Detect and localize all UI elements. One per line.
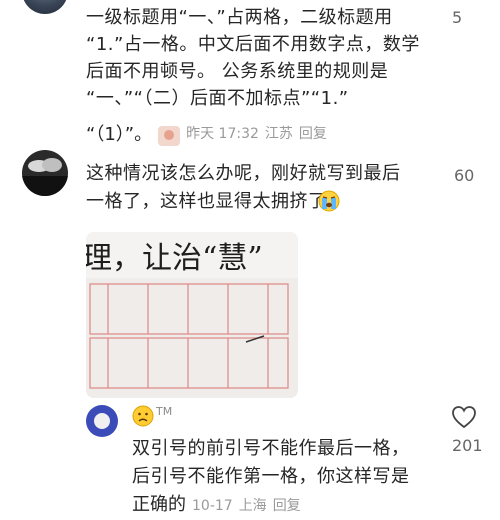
- comment-text: 这种情况该怎么办呢，刚好就写到最后 一格了，这样也显得太拥挤了: [86, 163, 401, 212]
- avatar[interactable]: [22, 0, 68, 14]
- reply-text: 双引号的前引号不能作最后一格， 后引号不能作第一格，你这样写是: [132, 438, 410, 487]
- comment-text: 一级标题用“一、”占两格，二级标题用 “1.”占一格。中文后面不用数字点，数学 …: [86, 7, 420, 109]
- reply-text-tail: 正确的: [132, 494, 186, 515]
- reply-button[interactable]: 回复: [273, 492, 301, 520]
- avatar[interactable]: [86, 405, 118, 437]
- avatar-face: [94, 413, 110, 429]
- crying-emoji-icon: [318, 190, 340, 212]
- heart-icon[interactable]: [451, 405, 477, 429]
- comment-photo[interactable]: 理，让治“慧”: [86, 232, 298, 398]
- user-badge: TM: [156, 405, 173, 418]
- comment-time: 昨天 17:32: [186, 126, 259, 142]
- handwriting-text: 理，让治“慧”: [86, 241, 263, 276]
- handwriting-grid-image: 理，让治“慧”: [86, 232, 298, 398]
- reply-button[interactable]: 回复: [299, 121, 327, 148]
- comment-location: 江苏: [264, 126, 293, 142]
- like-count[interactable]: 201: [452, 436, 483, 455]
- reply-date: 10-17: [192, 498, 233, 514]
- like-count[interactable]: 5: [452, 8, 462, 27]
- avatar[interactable]: [22, 150, 68, 196]
- avatar-ground: [22, 176, 68, 196]
- frowning-face-icon: [132, 405, 154, 427]
- reply-meta: 正确的 10-17 上海 回复: [132, 491, 301, 520]
- avatar-cloud: [42, 158, 62, 172]
- like-count[interactable]: 60: [454, 166, 474, 185]
- sticker-icon: [158, 125, 181, 146]
- comment-meta: “（1）”。 昨天 17:32 江苏 回复: [86, 121, 327, 148]
- comment-text-tail: “（1）”。: [86, 124, 153, 145]
- reply-location: 上海: [238, 498, 267, 514]
